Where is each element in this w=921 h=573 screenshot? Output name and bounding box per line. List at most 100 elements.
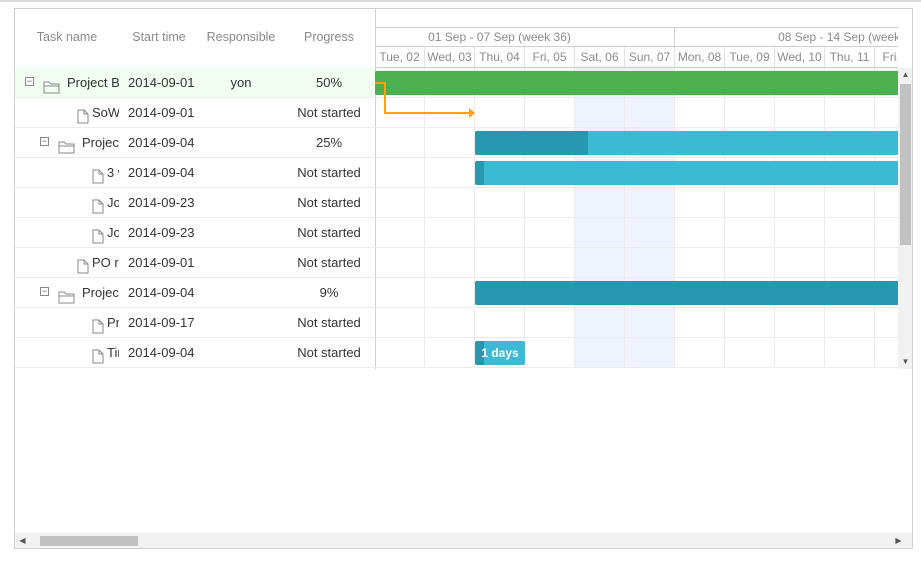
start-time-cell: 2014-09-04 [128,135,195,150]
day-label: Sat, 06 [575,47,625,67]
day-label: Tue, 09 [725,47,775,67]
progress-cell: 25% [315,135,343,150]
responsible-cell [199,338,283,367]
progress-cell: Not started [297,195,361,210]
task-bar[interactable] [475,131,898,155]
table-row[interactable]: Joi 2014-09-23 Not started [15,188,375,218]
collapse-icon[interactable]: − [40,137,49,146]
task-bar-progress[interactable] [475,281,898,305]
progress-cell: Not started [297,345,361,360]
task-name-cell[interactable]: Pro [15,308,119,337]
task-bar[interactable]: 1 days [475,341,525,365]
scroll-right-icon[interactable]: ▶ [891,534,906,548]
progress-cell: 9% [319,285,339,300]
task-name-cell[interactable]: 3 w [15,158,119,187]
task-name-cell[interactable]: PO re [15,248,119,277]
task-bar-progress[interactable] [475,131,588,155]
task-bar-label: 1 days [481,346,519,360]
file-icon [92,225,104,247]
start-time-cell: 2014-09-04 [128,165,195,180]
table-row[interactable]: PO re 2014-09-01 Not started [15,248,375,278]
task-name-cell[interactable]: Joi [15,218,119,247]
task-name: SoW [92,105,119,120]
task-name: PO re [92,255,119,270]
day-label: Wed, 03 [425,47,475,67]
responsible-cell [199,98,283,127]
day-scale: Tue, 02 Wed, 03 Thu, 04 Fri, 05 Sat, 06 Sun, … [375,47,898,68]
timeline-row [375,248,898,278]
timeline-row [375,218,898,248]
task-name: Joi [107,195,119,210]
task-bar[interactable] [475,161,898,185]
file-icon [77,105,89,127]
task-name: Pro [107,315,119,330]
file-icon [92,315,104,337]
horizontal-scrollbar[interactable]: ◀ ▶ [15,533,912,548]
task-bar[interactable] [475,281,898,305]
scroll-left-icon[interactable]: ◀ [15,534,30,548]
task-bar[interactable] [375,71,898,95]
grid-header: Task name Start time Responsible Progres… [15,9,375,69]
task-grid: Task name Start time Responsible Progres… [15,9,376,369]
day-label: Fri, 05 [525,47,575,67]
collapse-icon[interactable]: − [25,77,34,86]
start-time-cell: 2014-09-23 [128,195,195,210]
day-label: Wed, 10 [775,47,825,67]
task-name-cell[interactable]: Joi [15,188,119,217]
start-time-cell: 2014-09-04 [128,345,195,360]
column-header-responsible[interactable]: Responsible [199,9,283,68]
table-row[interactable]: SoW 2014-09-01 Not started [15,98,375,128]
responsible-cell [199,248,283,277]
task-name: Joi [107,225,119,240]
vertical-scroll-thumb[interactable] [900,84,911,245]
task-name-cell[interactable]: Tim [15,338,119,367]
collapse-icon[interactable]: − [40,287,49,296]
responsible-cell: yon [230,75,252,90]
progress-cell: 50% [315,75,343,90]
day-label: Thu, 04 [475,47,525,67]
timeline-row [375,98,898,128]
task-bar-progress[interactable] [375,71,898,95]
responsible-cell [199,218,283,247]
timeline-row [375,338,898,368]
timeline-row [375,188,898,218]
scroll-down-icon[interactable]: ▼ [898,355,912,369]
table-row[interactable]: − Project B 2014-09-01 yon 50% [15,68,375,98]
task-bar-progress[interactable] [475,161,484,185]
timeline: 01 Sep - 07 Sep (week 36) 08 Sep - 14 Sep… [375,9,898,369]
top-border [0,0,921,2]
week-scale: 01 Sep - 07 Sep (week 36) 08 Sep - 14 Sep… [375,27,898,47]
week-label: 01 Sep - 07 Sep (week 36) [375,28,675,47]
column-header-progress[interactable]: Progress [283,9,375,68]
progress-cell: Not started [297,315,361,330]
file-icon [92,195,104,217]
folder-icon [58,135,76,157]
table-row[interactable]: − Project 2014-09-04 9% [15,278,375,308]
task-name-cell[interactable]: SoW [15,98,119,127]
start-time-cell: 2014-09-01 [128,105,195,120]
week-label: 08 Sep - 14 Sep (week 37) [675,28,898,47]
horizontal-scroll-thumb[interactable] [40,536,138,546]
table-row[interactable]: − Project 2014-09-04 25% [15,128,375,158]
task-name: Project B [67,75,119,90]
table-row[interactable]: Joi 2014-09-23 Not started [15,218,375,248]
column-header-start-time[interactable]: Start time [119,9,199,68]
start-time-cell: 2014-09-01 [128,75,195,90]
scroll-up-icon[interactable]: ▲ [898,68,912,82]
task-name: 3 w [107,165,119,180]
table-row[interactable]: 3 w 2014-09-04 Not started [15,158,375,188]
column-header-task-name[interactable]: Task name [15,9,119,68]
vertical-scrollbar[interactable]: ▲ ▼ [898,68,912,369]
day-label: Fri, 12 [875,47,898,67]
task-name-cell[interactable]: − Project B [15,68,119,97]
table-row[interactable]: Pro 2014-09-17 Not started [15,308,375,338]
task-name-cell[interactable]: − Project [15,278,119,307]
responsible-cell [199,188,283,217]
day-label: Sun, 07 [625,47,675,67]
table-row[interactable]: Tim 2014-09-04 Not started [15,338,375,368]
task-name: Project [82,285,119,300]
task-name-cell[interactable]: − Project [15,128,119,157]
start-time-cell: 2014-09-04 [128,285,195,300]
responsible-cell [199,128,283,157]
progress-cell: Not started [297,165,361,180]
